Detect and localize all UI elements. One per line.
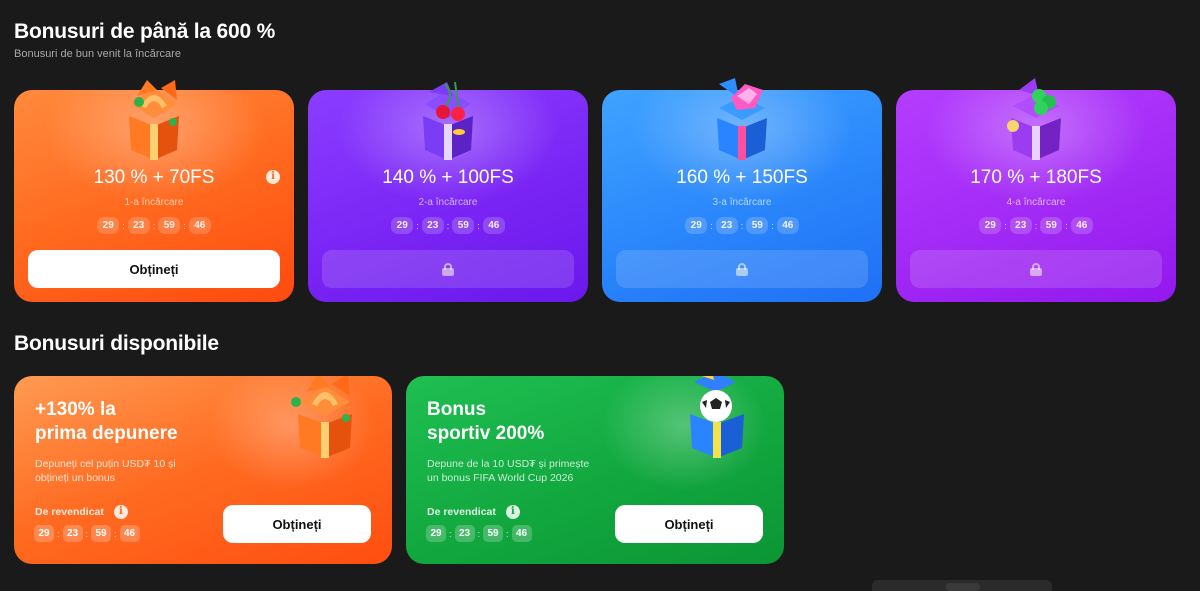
locked-bonus-button[interactable] (910, 250, 1162, 288)
lock-icon (736, 263, 748, 276)
claim-label-row: De revendicat i (427, 505, 520, 519)
bonus-description-line-1: Depuneți cel puțin USD₮ 10 și (35, 458, 176, 470)
available-bonus-card-deposit: +130% la prima depunere Depuneți cel puț… (14, 376, 392, 564)
timer-hours: 23 (1009, 217, 1032, 234)
bonus-description-line-1: Depune de la 10 USD₮ și primește (427, 458, 590, 470)
timer-seconds: 46 (1070, 217, 1093, 234)
bonus-amount: 140 % + 100FS (382, 167, 514, 188)
bonus-description-line-2: un bonus FIFA World Cup 2026 (427, 472, 574, 484)
timer-minutes: 59 (452, 217, 475, 234)
countdown-timer: 29: 23: 59: 46 (34, 525, 140, 542)
bonus-description-line-2: obțineți un bonus (35, 472, 115, 484)
get-bonus-button[interactable]: Obțineți (28, 250, 280, 288)
bonus-amount: 170 % + 180FS (970, 167, 1102, 188)
gift-box-horseshoe-icon (291, 376, 352, 458)
claim-label: De revendicat (35, 506, 104, 518)
timer-seconds: 46 (511, 525, 532, 542)
welcome-section-title: Bonusuri de până la 600 % (14, 20, 276, 43)
timer-seconds: 46 (188, 217, 211, 234)
gift-box-horseshoe-icon (129, 80, 179, 160)
timer-seconds: 46 (482, 217, 505, 234)
scrollbar-thumb[interactable] (946, 583, 980, 591)
bonus-title: +130% la prima depunere (35, 398, 225, 446)
timer-minutes: 59 (483, 525, 504, 542)
countdown-timer: 29: 23: 59: 46 (14, 217, 294, 234)
bonus-title-line-2: sportiv 200% (427, 423, 545, 444)
bonus-title-line-1: +130% la (35, 399, 116, 420)
welcome-bonus-card-4: 170 % + 180FS 4-a încărcare 29: 23: 59: … (896, 78, 1176, 302)
get-bonus-button[interactable]: Obțineți (223, 505, 371, 543)
bonus-description: Depune de la 10 USD₮ și primește un bonu… (427, 457, 627, 485)
timer-days: 29 (426, 525, 446, 542)
horizontal-scrollbar[interactable] (872, 580, 1052, 591)
gift-box-clover-icon (1007, 78, 1061, 160)
timer-seconds: 46 (119, 525, 140, 542)
timer-seconds: 46 (776, 217, 799, 234)
timer-hours: 23 (421, 217, 444, 234)
deposit-label: 4-a încărcare (1006, 197, 1066, 208)
bonus-title-line-2: prima depunere (35, 423, 178, 444)
claim-label-row: De revendicat i (35, 505, 128, 519)
gift-box-football-icon (690, 376, 744, 458)
bonus-description: Depuneți cel puțin USD₮ 10 și obțineți u… (35, 457, 235, 485)
welcome-section-subtitle: Bonusuri de bun venit la încărcare (14, 48, 181, 60)
bonus-amount: 130 % + 70FS (93, 167, 215, 188)
info-icon[interactable]: i (113, 505, 128, 519)
lock-icon (1030, 263, 1042, 276)
info-icon[interactable]: i (266, 170, 280, 184)
timer-days: 29 (979, 217, 1002, 234)
info-icon[interactable]: i (505, 505, 520, 519)
countdown-timer: 29: 23: 59: 46 (426, 525, 532, 542)
countdown-timer: 29: 23: 59: 46 (308, 217, 588, 234)
timer-days: 29 (97, 217, 120, 234)
countdown-timer: 29: 23: 59: 46 (896, 217, 1176, 234)
timer-hours: 23 (127, 217, 150, 234)
gift-box-cherry-icon (423, 81, 473, 160)
timer-days: 29 (391, 217, 414, 234)
timer-hours: 23 (715, 217, 738, 234)
get-bonus-button[interactable]: Obțineți (615, 505, 763, 543)
welcome-bonus-card-2: 140 % + 100FS 2-a încărcare 29: 23: 59: … (308, 81, 588, 302)
welcome-bonus-card-1: 130 % + 70FS i 1-a încărcare 29: 23: 59:… (14, 80, 294, 302)
timer-minutes: 59 (1040, 217, 1063, 234)
timer-minutes: 59 (158, 217, 181, 234)
bonus-amount: 160 % + 150FS (676, 167, 808, 188)
bonus-title: Bonus sportiv 200% (427, 398, 617, 446)
deposit-label: 3-a încărcare (712, 197, 772, 208)
locked-bonus-button[interactable] (616, 250, 868, 288)
timer-days: 29 (34, 525, 54, 542)
lock-icon (442, 263, 454, 276)
deposit-label: 2-a încărcare (418, 197, 478, 208)
locked-bonus-button[interactable] (322, 250, 574, 288)
available-section-title: Bonusuri disponibile (14, 332, 219, 355)
timer-minutes: 59 (746, 217, 769, 234)
claim-label: De revendicat (427, 506, 496, 518)
available-bonus-card-sport: Bonus sportiv 200% Depune de la 10 USD₮ … (406, 376, 784, 564)
timer-hours: 23 (454, 525, 475, 542)
bonus-title-line-1: Bonus (427, 399, 487, 420)
countdown-timer: 29: 23: 59: 46 (602, 217, 882, 234)
timer-hours: 23 (62, 525, 83, 542)
deposit-label: 1-a încărcare (124, 197, 184, 208)
welcome-bonus-card-3: 160 % + 150FS 3-a încărcare 29: 23: 59: … (602, 78, 882, 302)
timer-days: 29 (685, 217, 708, 234)
gift-box-diamond-icon (717, 78, 767, 160)
timer-minutes: 59 (91, 525, 112, 542)
